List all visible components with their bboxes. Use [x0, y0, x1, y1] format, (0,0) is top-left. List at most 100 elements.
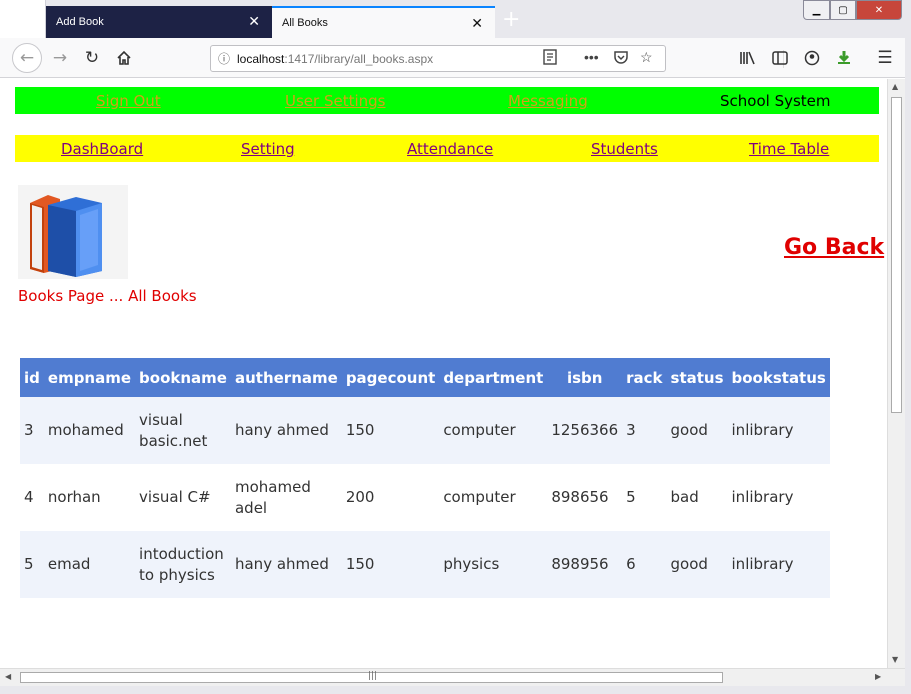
minimize-icon[interactable]: ▁: [803, 0, 830, 20]
pocket-icon[interactable]: [613, 49, 629, 68]
column-header: id: [20, 358, 44, 397]
cell-bookname: visual basic.net: [135, 397, 231, 464]
column-header: isbn: [547, 358, 623, 397]
window-bottom-border: [0, 686, 911, 694]
cell-id: 4: [20, 464, 44, 531]
window-right-border: [905, 38, 911, 694]
table-row: 5 emad intoduction to physics hany ahmed…: [20, 531, 830, 598]
browser-titlebar: Add Book ✕ All Books ✕ + ▁ ▢ ✕: [0, 0, 911, 38]
books-logo-image: [18, 185, 128, 279]
students-link[interactable]: Students: [591, 140, 658, 158]
cell-bookname: intoduction to physics: [135, 531, 231, 598]
reload-icon[interactable]: ↻: [78, 44, 106, 72]
url-host: localhost: [237, 51, 285, 66]
reader-view-icon[interactable]: [543, 49, 557, 68]
more-actions-icon[interactable]: •••: [584, 49, 599, 65]
titlebar-left-pad: [0, 0, 46, 38]
cell-rack: 5: [622, 464, 667, 531]
horizontal-scrollbar[interactable]: ◀ ||| ▶: [0, 668, 905, 686]
tab-title: All Books: [282, 17, 328, 29]
back-arrow-icon[interactable]: ←: [12, 43, 42, 73]
books-table: id empname bookname authername pagecount…: [20, 358, 830, 598]
sign-out-link[interactable]: Sign Out: [96, 92, 161, 110]
url-path: :1417/library/all_books.aspx: [284, 51, 434, 66]
hamburger-menu-icon[interactable]: ☰: [871, 44, 899, 72]
scroll-left-icon[interactable]: ◀: [5, 672, 11, 681]
cell-department: computer: [439, 397, 548, 464]
main-menu: DashBoard Setting Attendance Students Ti…: [15, 135, 879, 162]
column-header: authername: [230, 358, 342, 397]
column-header: department: [439, 358, 548, 397]
cell-empname: norhan: [43, 464, 136, 531]
tab-all-books[interactable]: All Books ✕: [272, 6, 495, 38]
vertical-scrollbar[interactable]: ▲ ▼: [887, 79, 905, 668]
maximize-icon[interactable]: ▢: [830, 0, 856, 20]
scroll-right-icon[interactable]: ▶: [875, 672, 881, 681]
top-menu: Sign Out User Settings Messaging School …: [15, 87, 879, 114]
cell-department: computer: [439, 464, 548, 531]
home-icon[interactable]: [110, 44, 138, 72]
column-header: empname: [43, 358, 136, 397]
user-settings-link[interactable]: User Settings: [285, 92, 385, 110]
page-viewport: Sign Out User Settings Messaging School …: [0, 79, 887, 668]
column-header: status: [666, 358, 728, 397]
time-table-link[interactable]: Time Table: [749, 140, 829, 158]
close-icon[interactable]: ✕: [248, 13, 260, 29]
cell-isbn: 898656: [547, 464, 623, 531]
library-icon[interactable]: [734, 44, 762, 72]
cell-bookstatus: inlibrary: [727, 397, 830, 464]
window-close-icon[interactable]: ✕: [856, 0, 902, 20]
table-row: 4 norhan visual C# mohamed adel 200 comp…: [20, 464, 830, 531]
new-tab-icon[interactable]: +: [502, 8, 520, 32]
cell-bookname: visual C#: [135, 464, 231, 531]
setting-link[interactable]: Setting: [241, 140, 295, 158]
cell-isbn: 898956: [547, 531, 623, 598]
cell-department: physics: [439, 531, 548, 598]
info-icon[interactable]: ⓘ: [211, 50, 237, 67]
column-header: rack: [622, 358, 667, 397]
cell-status: bad: [666, 464, 728, 531]
column-header: bookname: [135, 358, 231, 397]
browser-toolbar: ← → ↻ ⓘ localhost :1417/library/all_book…: [0, 38, 911, 78]
brand-label: School System: [720, 92, 831, 110]
cell-authername: hany ahmed: [230, 397, 342, 464]
scroll-up-icon[interactable]: ▲: [892, 82, 898, 91]
account-icon[interactable]: [798, 44, 826, 72]
dashboard-link[interactable]: DashBoard: [61, 140, 143, 158]
close-icon[interactable]: ✕: [471, 15, 483, 31]
go-back-link[interactable]: Go Back: [784, 235, 884, 260]
vertical-scroll-thumb[interactable]: [891, 97, 902, 413]
address-bar[interactable]: ⓘ localhost :1417/library/all_books.aspx…: [210, 45, 784, 72]
cell-rack: 3: [622, 397, 667, 464]
cell-isbn: 1256366: [547, 397, 623, 464]
cell-status: good: [666, 397, 728, 464]
cell-pagecount: 150: [341, 397, 440, 464]
cell-rack: 6: [622, 531, 667, 598]
bookmark-star-icon[interactable]: ☆: [640, 49, 653, 66]
cell-empname: mohamed: [43, 397, 136, 464]
cell-status: good: [666, 531, 728, 598]
table-row: 3 mohamed visual basic.net hany ahmed 15…: [20, 397, 830, 464]
cell-id: 3: [20, 397, 44, 464]
tab-title: Add Book: [56, 16, 104, 28]
page-caption: Books Page ... All Books: [18, 287, 197, 305]
table-header-row: id empname bookname authername pagecount…: [20, 358, 830, 397]
scroll-grip-icon: |||: [368, 671, 378, 681]
messaging-link[interactable]: Messaging: [508, 92, 588, 110]
attendance-link[interactable]: Attendance: [407, 140, 493, 158]
scroll-down-icon[interactable]: ▼: [892, 655, 898, 664]
cell-empname: emad: [43, 531, 136, 598]
cell-pagecount: 200: [341, 464, 440, 531]
column-header: pagecount: [341, 358, 440, 397]
tab-add-book[interactable]: Add Book ✕: [46, 6, 272, 38]
sidebar-icon[interactable]: [766, 44, 794, 72]
forward-arrow-icon[interactable]: →: [46, 44, 74, 72]
cell-authername: mohamed adel: [230, 464, 342, 531]
download-icon[interactable]: [830, 44, 858, 72]
cell-bookstatus: inlibrary: [727, 464, 830, 531]
cell-authername: hany ahmed: [230, 531, 342, 598]
cell-id: 5: [20, 531, 44, 598]
cell-bookstatus: inlibrary: [727, 531, 830, 598]
column-header: bookstatus: [727, 358, 830, 397]
cell-pagecount: 150: [341, 531, 440, 598]
